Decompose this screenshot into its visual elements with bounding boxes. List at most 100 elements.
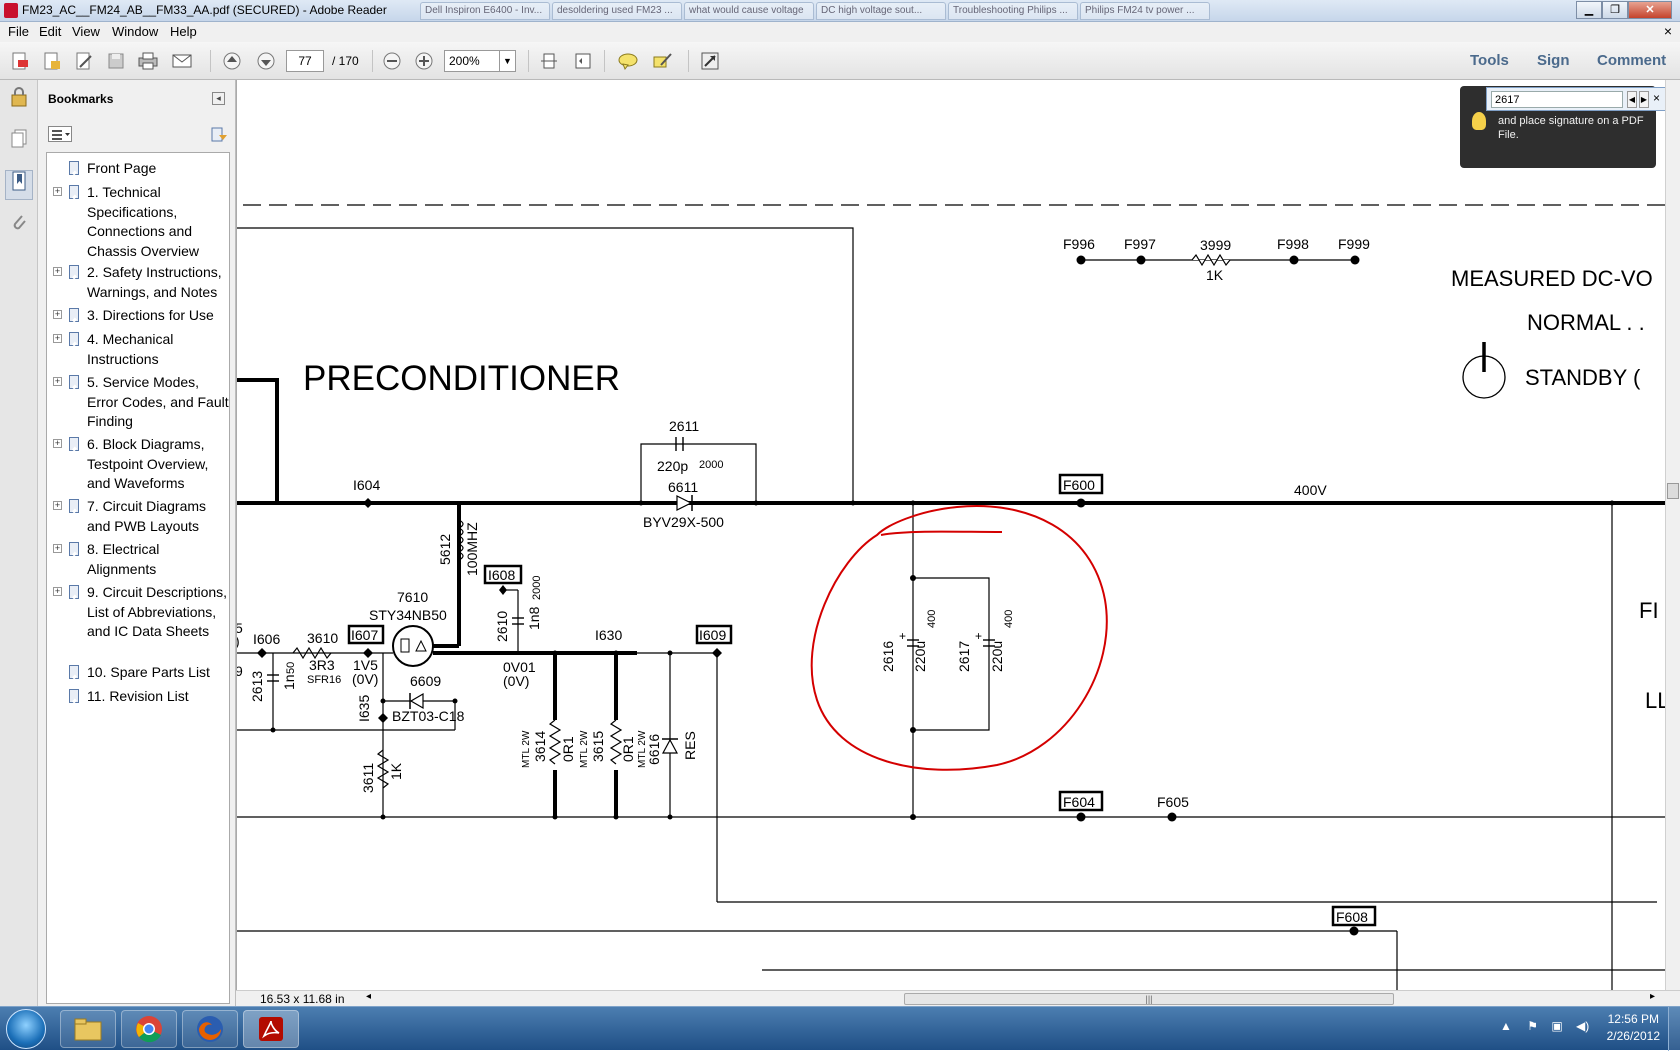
close-button[interactable]: ✕ [1628,1,1672,19]
vertical-scrollbar[interactable] [1665,80,1680,990]
label-c2617-rating: 400 [1003,610,1015,628]
show-desktop-button[interactable] [1668,1007,1680,1051]
open-file-icon[interactable] [40,49,64,73]
horizontal-scroll-thumb[interactable]: ||| [904,993,1394,1005]
menu-view[interactable]: View [72,24,100,39]
find-previous-icon[interactable]: ◀ [1627,91,1637,108]
bookmark-label: 5. Service Modes, Error Codes, and Fault… [87,374,229,429]
expand-plus-icon[interactable]: + [53,544,62,553]
page-number-input[interactable] [286,50,324,72]
find-input[interactable] [1491,91,1623,108]
network-icon[interactable]: ▣ [1551,1019,1562,1033]
file-explorer-icon[interactable] [60,1010,116,1048]
toolbar-separator [210,50,211,72]
background-tab[interactable]: desoldering used FM23 ... [552,2,682,20]
label-d6616: 6616 [646,734,662,765]
expand-plus-icon[interactable]: + [53,501,62,510]
zoom-select[interactable]: 200% ▼ [444,50,516,72]
background-tab[interactable]: Philips FM24 tv power ... [1080,2,1210,20]
sticky-note-icon[interactable] [616,49,640,73]
zoom-out-icon[interactable] [380,49,404,73]
email-icon[interactable] [170,49,194,73]
fit-page-icon[interactable] [537,49,561,73]
testpoint-f605 [1167,812,1177,822]
background-tab[interactable]: what would cause voltage [684,2,814,20]
label-c2610: 2610 [494,611,510,642]
sign-button[interactable]: Sign [1537,52,1570,69]
expand-plus-icon[interactable]: + [53,310,62,319]
node-i635 [378,713,388,723]
comment-button[interactable]: Comment [1597,52,1666,69]
firefox-icon[interactable] [182,1010,238,1048]
bookmarks-panel-icon[interactable] [5,170,33,200]
show-hidden-icons[interactable]: ▲ [1500,1019,1512,1033]
menu-edit[interactable]: Edit [39,24,61,39]
toolbar: / 170 200% ▼ Tools Sign Comment [0,42,1680,80]
adobe-reader-app-icon [4,3,18,18]
label-r3999-value: 1K [1206,267,1224,283]
menu-file[interactable]: File [8,24,29,39]
junction-dot [380,698,386,704]
clock[interactable]: 12:56 PM 2/26/2012 [1607,1011,1660,1045]
label-i604: I604 [353,477,380,493]
zener-6609-symbol [409,692,424,710]
testpoint-f608 [1349,926,1359,936]
label-c2617-value: 220u [989,641,1005,672]
previous-page-icon[interactable] [220,49,244,73]
background-tab[interactable]: Dell Inspiron E6400 - Inv... [420,2,550,20]
chrome-icon[interactable] [121,1010,177,1048]
fit-width-icon[interactable] [571,49,595,73]
tools-button[interactable]: Tools [1470,52,1509,69]
menu-window[interactable]: Window [112,24,158,39]
document-close-icon[interactable]: × [1664,23,1672,39]
menu-help[interactable]: Help [170,24,197,39]
bookmark-icon [69,665,79,679]
expand-plus-icon[interactable]: + [53,334,62,343]
background-tab[interactable]: Troubleshooting Philips ... [948,2,1078,20]
bookmark-label: 9. Circuit Descriptions, List of Abbrevi… [87,584,228,639]
bookmark-icon [69,332,79,346]
start-button[interactable] [6,1009,46,1049]
standby-label: STANDBY ( [1525,365,1641,390]
find-next-icon[interactable]: ▶ [1639,91,1649,108]
options-menu-icon[interactable] [48,126,72,142]
restore-button[interactable]: ❐ [1602,1,1628,19]
polarity-plus: + [975,629,982,643]
zoom-in-icon[interactable] [412,49,436,73]
label-r3615-value: 0R1 [620,736,636,762]
next-page-icon[interactable] [254,49,278,73]
expand-plus-icon[interactable]: + [53,377,62,386]
status-bar: 16.53 x 11.68 in ◂ ||| ▸ [236,990,1680,1006]
minimize-button[interactable]: ▁ [1576,1,1602,19]
create-pdf-icon[interactable] [8,49,32,73]
close-find-icon[interactable]: × [1653,91,1660,105]
bookmark-label: 6. Block Diagrams, Testpoint Overview, a… [87,436,209,491]
expand-plus-icon[interactable]: + [53,439,62,448]
edit-icon[interactable] [72,49,96,73]
scroll-thumb[interactable] [1667,483,1679,499]
expand-plus-icon[interactable]: + [53,187,62,196]
background-tab[interactable]: DC high voltage sout... [816,2,946,20]
action-center-flag-icon[interactable]: ⚑ [1527,1019,1538,1033]
print-icon[interactable] [136,49,160,73]
full-screen-icon[interactable] [698,49,722,73]
label-r3611-value: 1K [388,762,404,780]
save-icon[interactable] [104,49,128,73]
diode-6616-symbol [661,738,679,754]
label-c2616-rating: 400 [926,610,938,628]
expand-bookmark-icon[interactable] [210,126,228,144]
collapse-panel-icon[interactable]: ◂ [212,92,225,105]
junction-dot [910,575,916,581]
attachments-icon[interactable] [5,212,33,242]
page-thumbnails-icon[interactable] [5,128,33,158]
highlight-icon[interactable] [650,49,674,73]
lock-icon[interactable] [5,86,33,116]
scroll-left-icon[interactable]: ◂ [366,991,371,1002]
expand-plus-icon[interactable]: + [53,587,62,596]
scroll-right-icon[interactable]: ▸ [1650,991,1655,1002]
adobe-reader-taskbar-icon[interactable] [243,1010,299,1048]
expand-plus-icon[interactable]: + [53,267,62,276]
chevron-down-icon[interactable]: ▼ [499,51,515,71]
volume-icon[interactable]: ◀) [1576,1019,1589,1033]
document-view[interactable]: PRECONDITIONER I604 2611 220p 2000 6611 … [236,80,1665,990]
